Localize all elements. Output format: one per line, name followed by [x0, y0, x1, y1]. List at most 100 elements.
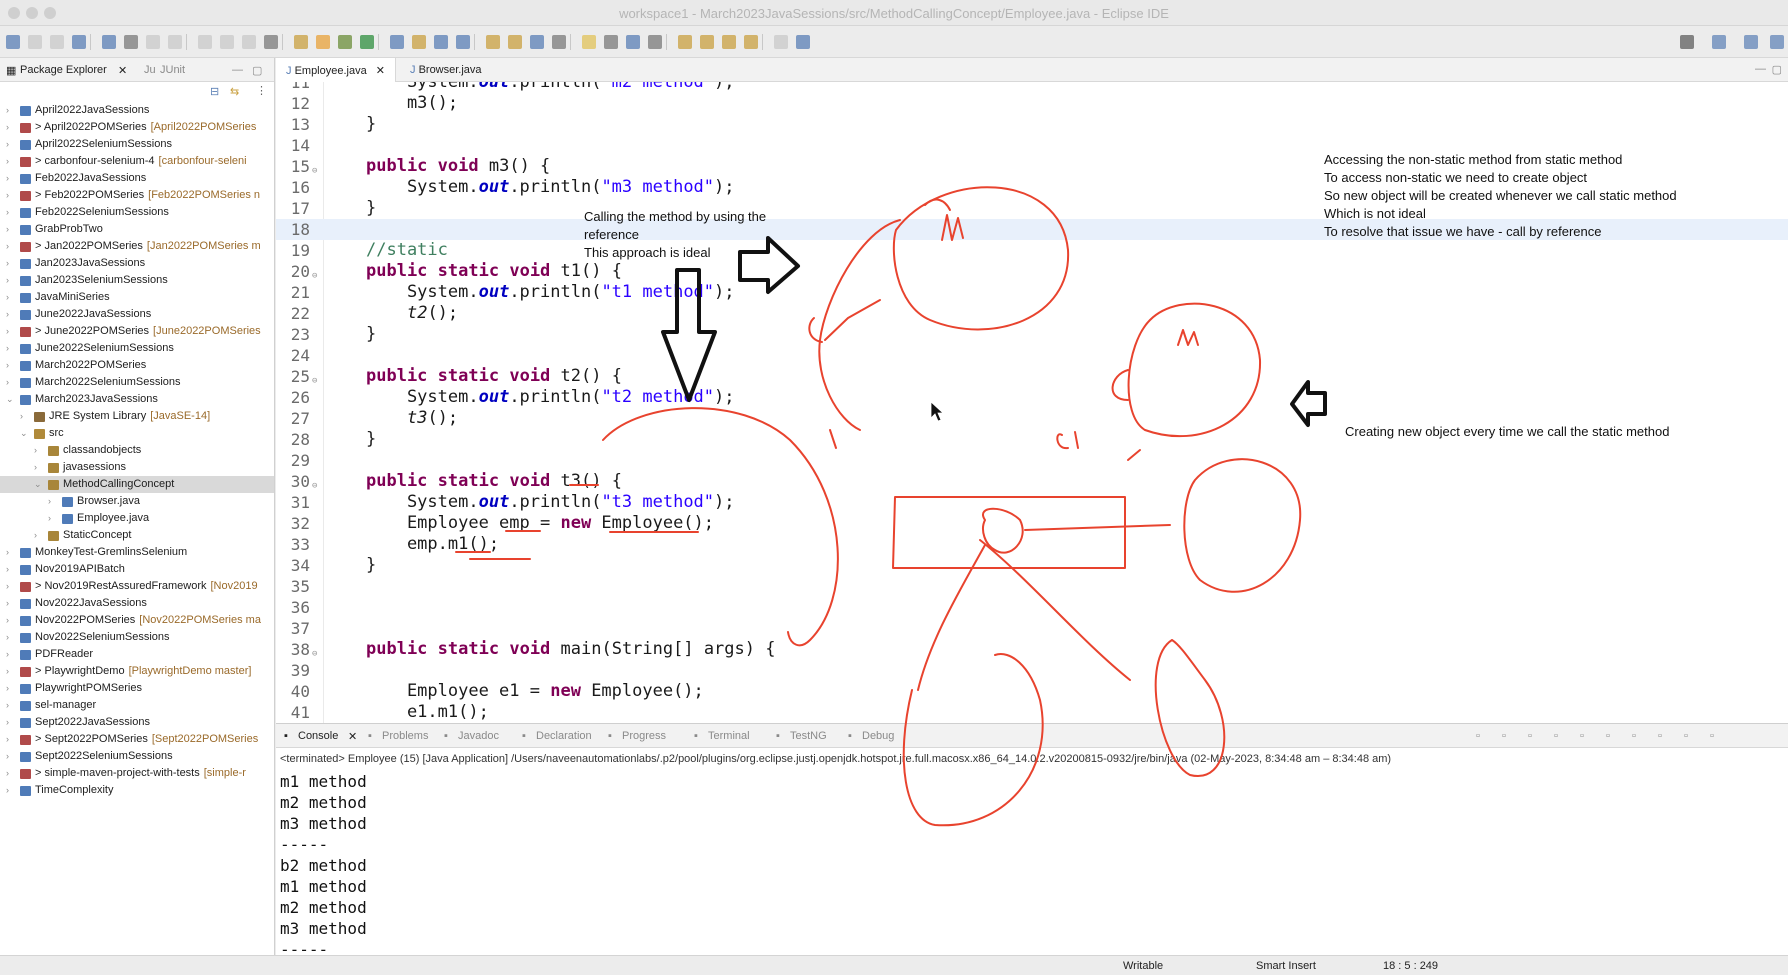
- chevron-right-icon[interactable]: ›: [6, 323, 16, 340]
- tree-item[interactable]: › GrabProbTwo: [0, 221, 274, 238]
- chevron-right-icon[interactable]: ›: [6, 612, 16, 629]
- chevron-right-icon[interactable]: ›: [6, 765, 16, 782]
- tree-item[interactable]: › March2022SeleniumSessions: [0, 374, 274, 391]
- tree-item[interactable]: › April2022SeleniumSessions: [0, 136, 274, 153]
- toolbar-button-icon[interactable]: [390, 35, 404, 49]
- toolbar-button-icon[interactable]: [722, 35, 736, 49]
- tree-item[interactable]: › > carbonfour-selenium-4 [carbonfour-sele…: [0, 153, 274, 170]
- chevron-right-icon[interactable]: ›: [48, 493, 58, 510]
- tree-item[interactable]: › Nov2019APIBatch: [0, 561, 274, 578]
- open-console-icon[interactable]: ▫: [1658, 730, 1662, 742]
- display-console-icon[interactable]: ▫: [1632, 730, 1636, 742]
- minimize-view-icon[interactable]: —: [1755, 63, 1766, 75]
- search-icon[interactable]: [1680, 35, 1694, 49]
- maximize-view-icon[interactable]: ▫: [1710, 730, 1714, 742]
- tree-item[interactable]: › > April2022POMSeries [April2022POMSeries: [0, 119, 274, 136]
- chevron-right-icon[interactable]: ›: [6, 187, 16, 204]
- tree-item[interactable]: › Jan2023SeleniumSessions: [0, 272, 274, 289]
- tree-item[interactable]: › Sept2022SeleniumSessions: [0, 748, 274, 765]
- tree-item[interactable]: › Browser.java: [0, 493, 274, 510]
- tree-item[interactable]: › Nov2022SeleniumSessions: [0, 629, 274, 646]
- tab-debug[interactable]: Debug: [862, 730, 894, 742]
- tree-item[interactable]: › TimeComplexity: [0, 782, 274, 799]
- tree-item[interactable]: › Feb2022JavaSessions: [0, 170, 274, 187]
- toolbar-button-icon[interactable]: [774, 35, 788, 49]
- tree-item[interactable]: › June2022SeleniumSessions: [0, 340, 274, 357]
- chevron-down-icon[interactable]: ⌄: [34, 476, 44, 493]
- java-perspective-icon[interactable]: [1744, 35, 1758, 49]
- toolbar-button-icon[interactable]: [50, 35, 64, 49]
- chevron-right-icon[interactable]: ›: [6, 170, 16, 187]
- chevron-right-icon[interactable]: ›: [6, 102, 16, 119]
- chevron-right-icon[interactable]: ›: [6, 255, 16, 272]
- toolbar-button-icon[interactable]: [242, 35, 256, 49]
- chevron-right-icon[interactable]: ›: [6, 578, 16, 595]
- chevron-right-icon[interactable]: ›: [6, 561, 16, 578]
- tree-item[interactable]: › javasessions: [0, 459, 274, 476]
- toolbar-button-icon[interactable]: [486, 35, 500, 49]
- toolbar-button-icon[interactable]: [456, 35, 470, 49]
- tab-problems[interactable]: Problems: [382, 730, 428, 742]
- chevron-right-icon[interactable]: ›: [6, 357, 16, 374]
- maximize-view-icon[interactable]: ▢: [1772, 63, 1782, 76]
- tree-item[interactable]: › April2022JavaSessions: [0, 102, 274, 119]
- tab-terminal[interactable]: Terminal: [708, 730, 750, 742]
- tab-package-explorer[interactable]: Package Explorer: [20, 64, 107, 76]
- tab-junit[interactable]: JUnit: [160, 64, 185, 76]
- toolbar-button-icon[interactable]: [700, 35, 714, 49]
- tree-item[interactable]: › March2022POMSeries: [0, 357, 274, 374]
- tree-item[interactable]: ⌄ MethodCallingConcept: [0, 476, 274, 493]
- toolbar-button-icon[interactable]: [582, 35, 596, 49]
- tree-item[interactable]: › > Feb2022POMSeries [Feb2022POMSeries n: [0, 187, 274, 204]
- tree-item[interactable]: › PDFReader: [0, 646, 274, 663]
- chevron-down-icon[interactable]: ⌄: [6, 391, 16, 408]
- chevron-right-icon[interactable]: ›: [6, 306, 16, 323]
- chevron-right-icon[interactable]: ›: [6, 238, 16, 255]
- chevron-right-icon[interactable]: ›: [6, 221, 16, 238]
- tab-testng[interactable]: TestNG: [790, 730, 827, 742]
- word-wrap-icon[interactable]: ▫: [1580, 730, 1584, 742]
- toolbar-button-icon[interactable]: [146, 35, 160, 49]
- chevron-right-icon[interactable]: ›: [6, 136, 16, 153]
- tab-progress[interactable]: Progress: [622, 730, 666, 742]
- toolbar-button-icon[interactable]: [72, 35, 86, 49]
- toolbar-button-icon[interactable]: [338, 35, 352, 49]
- tree-item[interactable]: › > Jan2022POMSeries [Jan2022POMSeries m: [0, 238, 274, 255]
- toolbar-button-icon[interactable]: [168, 35, 182, 49]
- tree-item[interactable]: › > simple-maven-project-with-tests [simpl…: [0, 765, 274, 782]
- remove-launch-icon[interactable]: ▫: [1502, 730, 1506, 742]
- tree-item[interactable]: ⌄ March2023JavaSessions: [0, 391, 274, 408]
- toolbar-button-icon[interactable]: [434, 35, 448, 49]
- chevron-right-icon[interactable]: ›: [6, 544, 16, 561]
- toolbar-button-icon[interactable]: [28, 35, 42, 49]
- tab-javadoc[interactable]: Javadoc: [458, 730, 499, 742]
- toolbar-button-icon[interactable]: [294, 35, 308, 49]
- view-menu-icon[interactable]: ⋮: [256, 84, 267, 97]
- tree-item[interactable]: › > June2022POMSeries [June2022POMSeries: [0, 323, 274, 340]
- chevron-right-icon[interactable]: ›: [6, 374, 16, 391]
- chevron-right-icon[interactable]: ›: [6, 340, 16, 357]
- tree-item[interactable]: › > Sept2022POMSeries [Sept2022POMSeries: [0, 731, 274, 748]
- chevron-right-icon[interactable]: ›: [34, 527, 44, 544]
- tree-item[interactable]: › JRE System Library [JavaSE-14]: [0, 408, 274, 425]
- tree-item[interactable]: › Employee.java: [0, 510, 274, 527]
- chevron-right-icon[interactable]: ›: [6, 731, 16, 748]
- toolbar-button-icon[interactable]: [626, 35, 640, 49]
- clear-console-icon[interactable]: ▫: [1476, 730, 1480, 742]
- toolbar-button-icon[interactable]: [530, 35, 544, 49]
- tree-item[interactable]: › Sept2022JavaSessions: [0, 714, 274, 731]
- collapse-all-icon[interactable]: ⊟: [210, 85, 219, 98]
- chevron-right-icon[interactable]: ›: [34, 459, 44, 476]
- tree-item[interactable]: › > PlaywrightDemo [PlaywrightDemo master]: [0, 663, 274, 680]
- tab-browser-java[interactable]: J Browser.java: [400, 58, 500, 82]
- tab-declaration[interactable]: Declaration: [536, 730, 592, 742]
- close-icon[interactable]: ✕: [348, 730, 357, 743]
- tab-console[interactable]: Console: [298, 730, 338, 742]
- toolbar-button-icon[interactable]: [648, 35, 662, 49]
- chevron-right-icon[interactable]: ›: [6, 748, 16, 765]
- tree-item[interactable]: › June2022JavaSessions: [0, 306, 274, 323]
- tree-item[interactable]: › Jan2023JavaSessions: [0, 255, 274, 272]
- chevron-right-icon[interactable]: ›: [6, 289, 16, 306]
- chevron-down-icon[interactable]: ⌄: [20, 425, 30, 442]
- tree-item[interactable]: › > Nov2019RestAssuredFramework [Nov2019: [0, 578, 274, 595]
